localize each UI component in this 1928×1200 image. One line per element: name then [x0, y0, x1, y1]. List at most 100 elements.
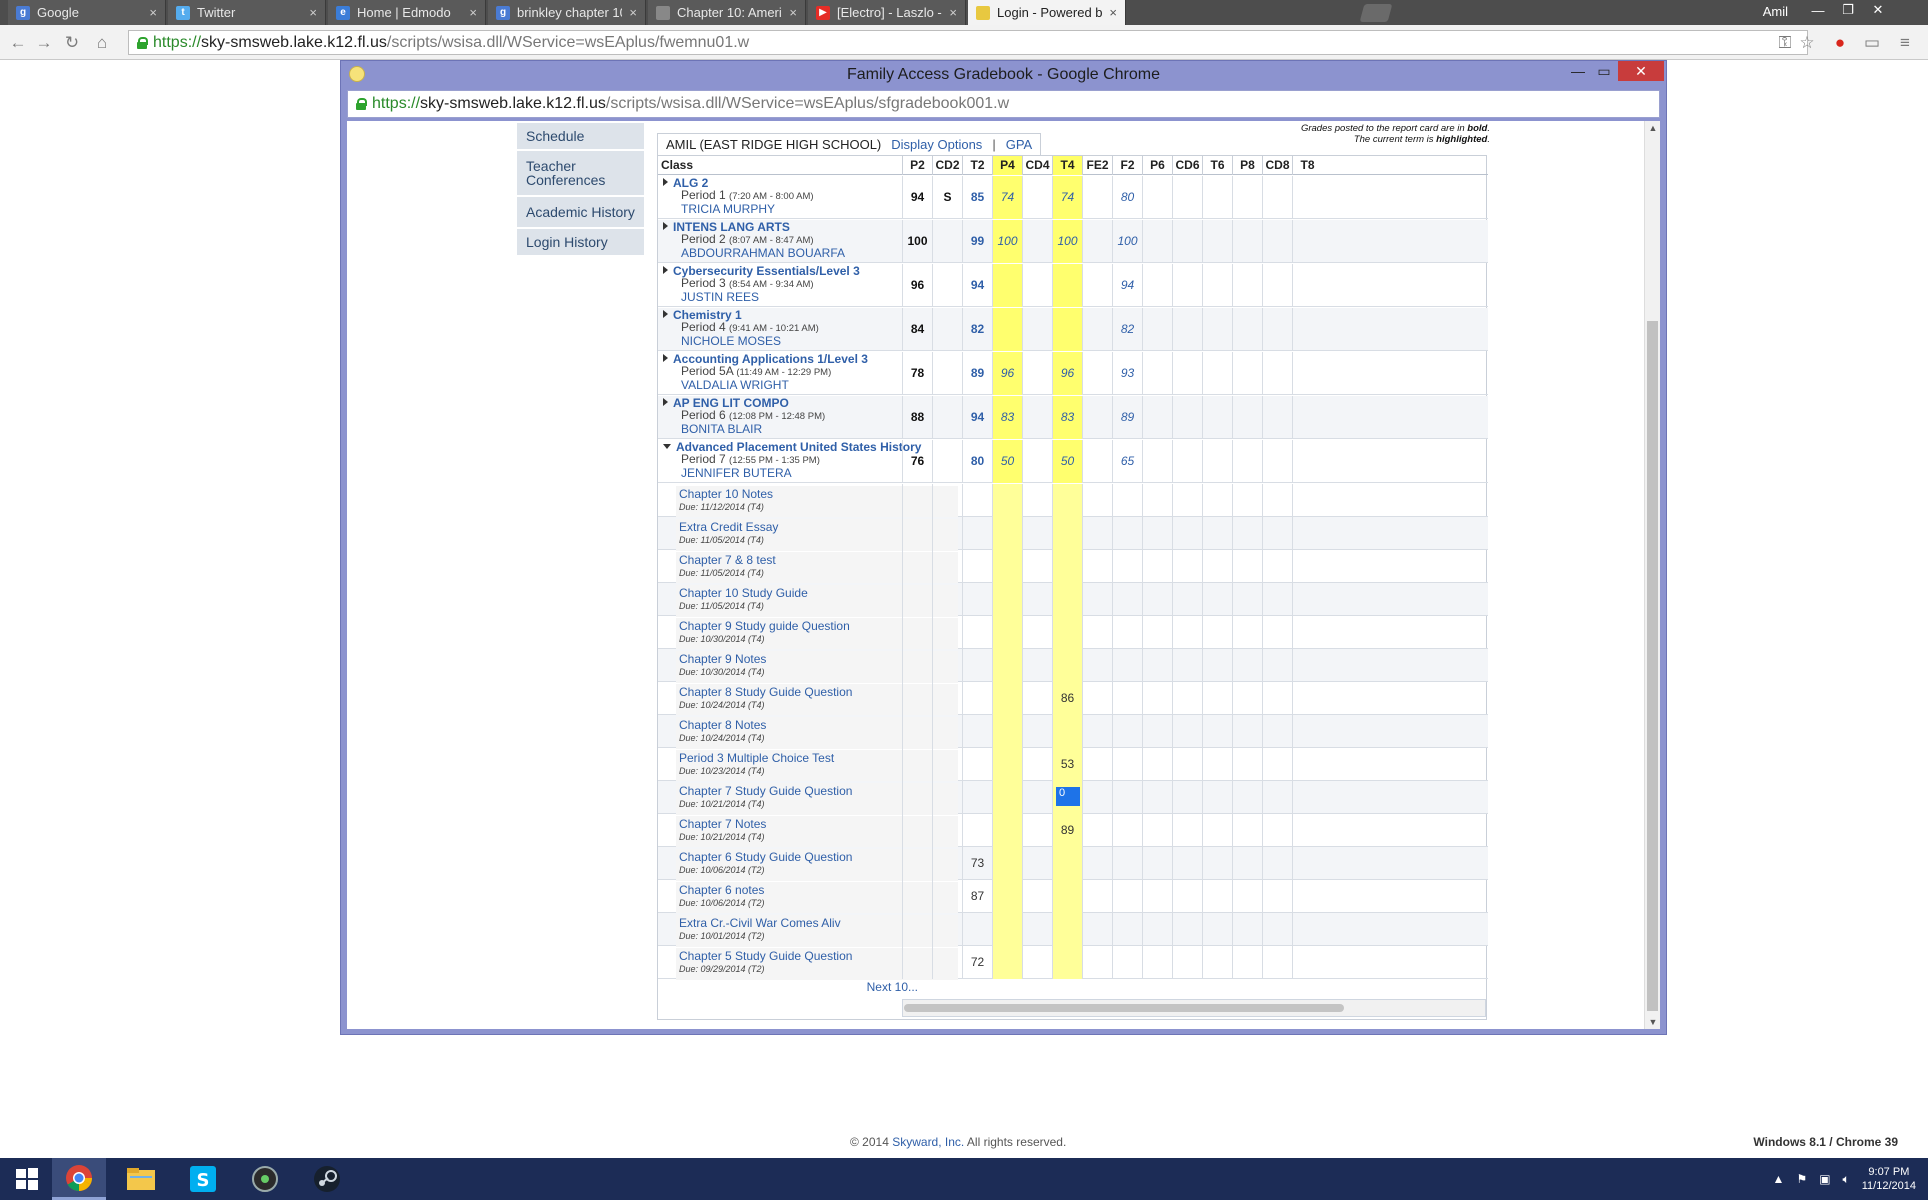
- browser-tab[interactable]: g brinkley chapter 10 questi ×: [488, 0, 646, 25]
- cast-icon[interactable]: ▭: [1862, 33, 1882, 53]
- close-tab-icon[interactable]: ×: [309, 5, 317, 20]
- close-tab-icon[interactable]: ×: [149, 5, 157, 20]
- teacher-link[interactable]: ABDOURRAHMAN BOUARFA: [681, 247, 845, 259]
- popup-minimize-button[interactable]: —: [1564, 61, 1592, 81]
- reload-icon[interactable]: ↻: [62, 33, 82, 53]
- close-tab-icon[interactable]: ×: [629, 5, 637, 20]
- expand-arrow-icon[interactable]: [663, 266, 668, 274]
- browser-tab[interactable]: Chapter 10: America's Eco ×: [648, 0, 806, 25]
- teacher-link[interactable]: BONITA BLAIR: [681, 423, 825, 435]
- grade-cell-p4[interactable]: 83: [992, 396, 1022, 439]
- teacher-link[interactable]: JUSTIN REES: [681, 291, 860, 303]
- grade-cell-t2[interactable]: 87: [962, 880, 992, 913]
- teacher-link[interactable]: TRICIA MURPHY: [681, 203, 814, 215]
- new-tab-button[interactable]: [1359, 4, 1393, 22]
- popup-close-button[interactable]: ✕: [1618, 61, 1664, 81]
- action-center-flag-icon[interactable]: ⚑: [1796, 1172, 1807, 1186]
- browser-tab[interactable]: t Twitter ×: [168, 0, 326, 25]
- nav-item-academic-history[interactable]: Academic History: [517, 197, 644, 229]
- grade-cell-t2[interactable]: 89: [962, 352, 992, 395]
- grade-cell-t4[interactable]: 86: [1052, 682, 1082, 715]
- grade-cell-t2[interactable]: 72: [962, 946, 992, 979]
- selected-grade-cell[interactable]: 0: [1056, 787, 1080, 806]
- expand-arrow-icon[interactable]: [663, 222, 668, 230]
- nav-item-login-history[interactable]: Login History: [517, 229, 644, 257]
- grade-cell-p2[interactable]: 88: [902, 396, 932, 439]
- scrollbar-thumb[interactable]: [1647, 321, 1658, 1011]
- grade-cell-f2[interactable]: 93: [1112, 352, 1142, 395]
- close-tab-icon[interactable]: ×: [1109, 5, 1117, 20]
- grade-cell-t2[interactable]: 85: [962, 176, 992, 219]
- vertical-scrollbar[interactable]: ▲ ▼: [1644, 121, 1660, 1029]
- grade-cell-p2[interactable]: 94: [902, 176, 932, 219]
- grade-cell-f2[interactable]: 65: [1112, 440, 1142, 483]
- grade-cell-p2[interactable]: 76: [902, 440, 932, 483]
- display-options-link[interactable]: Display Options: [891, 137, 982, 152]
- grade-cell-t4[interactable]: 83: [1052, 396, 1082, 439]
- gpa-link[interactable]: GPA: [1006, 137, 1033, 152]
- grade-cell-p2[interactable]: 78: [902, 352, 932, 395]
- close-tab-icon[interactable]: ×: [789, 5, 797, 20]
- grade-cell-p4[interactable]: 50: [992, 440, 1022, 483]
- grade-cell-t2[interactable]: 82: [962, 308, 992, 351]
- grade-cell-t4[interactable]: 74: [1052, 176, 1082, 219]
- grade-cell-f2[interactable]: 82: [1112, 308, 1142, 351]
- scroll-up-arrow-icon[interactable]: ▲: [1645, 121, 1660, 135]
- grade-cell-p4[interactable]: 96: [992, 352, 1022, 395]
- grade-cell-t2[interactable]: 99: [962, 220, 992, 263]
- grade-cell-p2[interactable]: 84: [902, 308, 932, 351]
- horizontal-scrollbar[interactable]: [902, 999, 1486, 1017]
- network-icon[interactable]: ▣: [1819, 1172, 1830, 1186]
- volume-icon[interactable]: 🔈︎: [1843, 1172, 1850, 1187]
- nav-item-teacher-conferences[interactable]: Teacher Conferences: [517, 151, 644, 197]
- grade-cell-t2[interactable]: 94: [962, 264, 992, 307]
- grade-cell-t4[interactable]: 96: [1052, 352, 1082, 395]
- grade-cell-f2[interactable]: 100: [1112, 220, 1142, 263]
- expand-arrow-icon[interactable]: [663, 354, 668, 362]
- browser-tab[interactable]: ▶ [Electro] - Laszlo - Supe ×: [808, 0, 966, 25]
- grade-cell-f2[interactable]: 94: [1112, 264, 1142, 307]
- file-explorer-icon[interactable]: [114, 1158, 168, 1200]
- grade-cell-p2[interactable]: 96: [902, 264, 932, 307]
- skype-icon[interactable]: S: [176, 1158, 230, 1200]
- expand-arrow-icon[interactable]: [663, 310, 668, 318]
- start-icon[interactable]: [0, 1158, 54, 1200]
- close-window-button[interactable]: ✕: [1864, 0, 1892, 20]
- popup-maximize-button[interactable]: ▭: [1590, 61, 1618, 81]
- address-bar[interactable]: https://sky-smsweb.lake.k12.fl.us/script…: [128, 30, 1808, 55]
- close-tab-icon[interactable]: ×: [949, 5, 957, 20]
- back-arrow-icon[interactable]: ←: [8, 33, 28, 53]
- expand-arrow-icon[interactable]: [663, 398, 668, 406]
- grade-cell-t4[interactable]: 53: [1052, 748, 1082, 781]
- grade-cell-t2[interactable]: 80: [962, 440, 992, 483]
- teacher-link[interactable]: JENNIFER BUTERA: [681, 467, 921, 479]
- teacher-link[interactable]: NICHOLE MOSES: [681, 335, 819, 347]
- adblock-icon[interactable]: ●: [1830, 33, 1850, 53]
- nav-item-schedule[interactable]: Schedule: [517, 123, 644, 151]
- app-icon[interactable]: [238, 1158, 292, 1200]
- expand-arrow-icon[interactable]: [663, 178, 668, 186]
- key-icon[interactable]: ⚿: [1775, 33, 1795, 53]
- grade-cell-f2[interactable]: 89: [1112, 396, 1142, 439]
- tray-overflow-icon[interactable]: ▲: [1773, 1172, 1785, 1186]
- browser-tab[interactable]: e Home | Edmodo ×: [328, 0, 486, 25]
- minimize-button[interactable]: —: [1804, 0, 1832, 20]
- menu-icon[interactable]: ≡: [1895, 33, 1915, 53]
- skyward-link[interactable]: Skyward, Inc.: [892, 1135, 964, 1149]
- grade-cell-t2[interactable]: 73: [962, 847, 992, 880]
- grade-cell-cd2[interactable]: S: [932, 176, 962, 219]
- grade-cell-t4[interactable]: 50: [1052, 440, 1082, 483]
- clock[interactable]: 9:07 PM 11/12/2014: [1862, 1165, 1916, 1193]
- browser-tab[interactable]: g Google ×: [8, 0, 166, 25]
- bookmark-star-icon[interactable]: ☆: [1797, 33, 1817, 53]
- chrome-icon[interactable]: [52, 1158, 106, 1200]
- grade-cell-t4[interactable]: 0: [1052, 781, 1082, 814]
- grade-cell-f2[interactable]: 80: [1112, 176, 1142, 219]
- scroll-down-arrow-icon[interactable]: ▼: [1645, 1015, 1660, 1029]
- home-icon[interactable]: ⌂: [92, 33, 112, 53]
- restore-button[interactable]: ❐: [1834, 0, 1862, 20]
- browser-tab[interactable]: Login - Powered by Skywa ×: [968, 0, 1126, 25]
- grade-cell-p4[interactable]: 74: [992, 176, 1022, 219]
- collapse-arrow-icon[interactable]: [663, 444, 671, 449]
- grade-cell-t4[interactable]: 100: [1052, 220, 1082, 263]
